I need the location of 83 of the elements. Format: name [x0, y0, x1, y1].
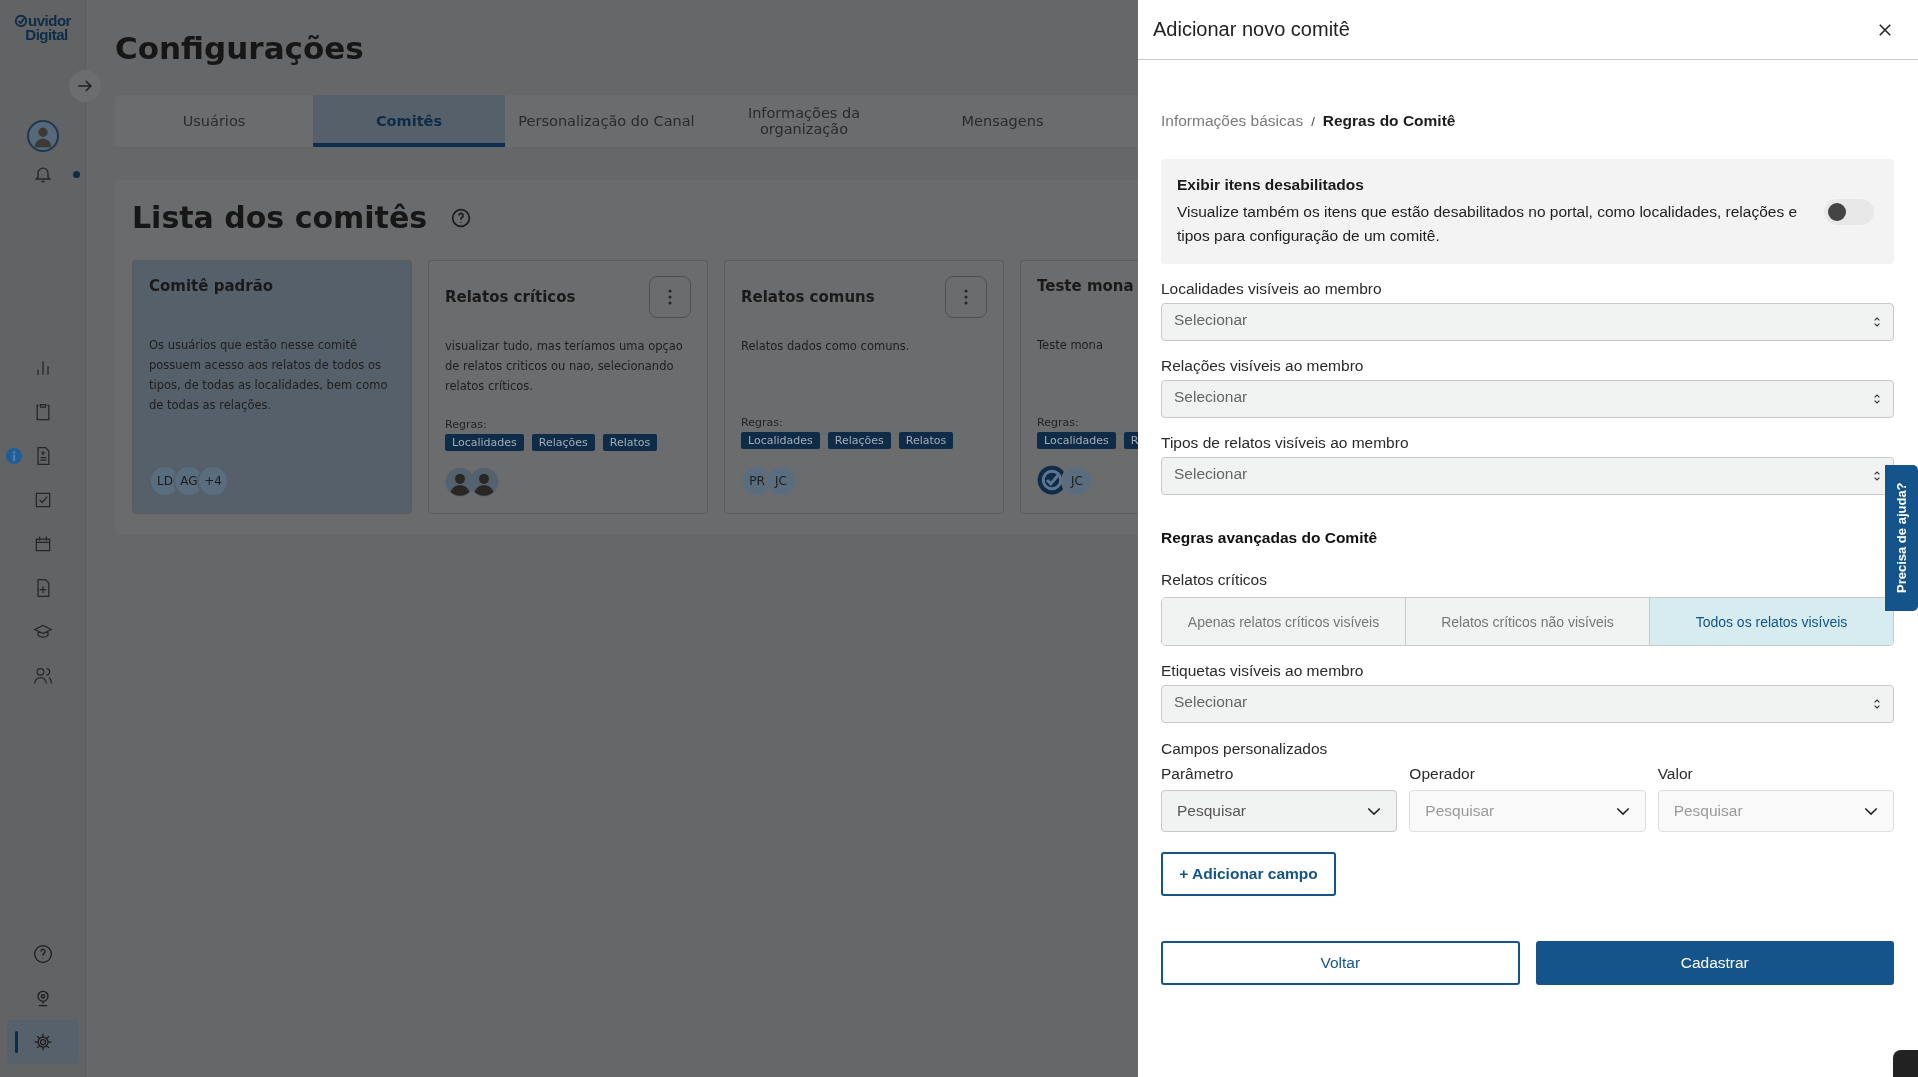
select-field[interactable]: Selecionar: [1161, 685, 1894, 723]
rule-tag: Localidades: [741, 432, 820, 449]
rules-label: Regras:: [445, 418, 488, 431]
kebab-icon: [668, 289, 672, 305]
card-description: Os usuários que estão nesse comitê possuem acesso aos relatos de todos os tipos, de todas as localidades, bem como de todas as relações.: [149, 337, 389, 414]
info-title: Exibir itens desabilitados: [1177, 175, 1365, 194]
card-title: Comitê padrão: [149, 277, 274, 295]
kebab-icon: [964, 289, 968, 305]
user-avatar[interactable]: [26, 120, 59, 152]
updown-chevron-icon: [1873, 698, 1881, 710]
select-field[interactable]: Selecionar: [1161, 303, 1894, 341]
updown-chevron-icon: [1873, 470, 1881, 482]
rule-tag: Relatos: [602, 434, 658, 451]
section-title: Lista dos comitês: [132, 200, 428, 235]
updown-chevron-icon: [1873, 393, 1881, 405]
rules-label: Regras:: [741, 416, 784, 429]
card-title: Relatos críticos: [445, 288, 576, 306]
committee-card[interactable]: Teste mona Teste mona Regras: Localidades R JC: [1020, 260, 1138, 514]
member-avatar: +4: [197, 465, 229, 497]
select-field[interactable]: Selecionar: [1161, 457, 1894, 495]
drawer-title: Adicionar novo comitê: [1153, 18, 1350, 41]
card-title: Relatos comuns: [741, 288, 875, 306]
chevron-down-icon: [1864, 806, 1878, 816]
card-title: Teste mona: [1037, 277, 1134, 295]
field-label: Operador: [1409, 765, 1476, 783]
chevron-down-icon: [1615, 806, 1630, 816]
add-field-button[interactable]: + Adicionar campo: [1161, 852, 1336, 896]
breadcrumb-separator: /: [1311, 114, 1315, 129]
field-label: Parâmetro: [1161, 765, 1235, 783]
submit-button[interactable]: Cadastrar: [1535, 941, 1894, 985]
card-description: Relatos dados como comuns.: [741, 338, 911, 355]
close-icon: [1878, 22, 1892, 37]
field-label: Relatos críticos: [1161, 571, 1268, 589]
rule-tag: Localidades: [445, 434, 524, 451]
page-title: Configurações: [115, 30, 365, 66]
rule-tag: R: [1123, 432, 1138, 449]
rules-label: Regras:: [1037, 416, 1080, 429]
committee-card[interactable]: Comitê padrão Os usuários que estão nesse comitê possuem acesso aos relatos de todos os tipos, de todas as localidades, bem como de todas as relações. LD AG +4: [132, 260, 412, 514]
search-dropdown[interactable]: Pesquisar: [1161, 790, 1398, 832]
rule-tag: Localidades: [1037, 432, 1116, 449]
committee-card[interactable]: Relatos comuns Relatos dados como comuns. Regras: Localidades Relações Relatos PR JC: [724, 260, 1004, 514]
field-label: Tipos de relatos visíveis ao membro: [1161, 434, 1410, 452]
field-label: Relações visíveis ao membro: [1161, 357, 1365, 375]
breadcrumb-item[interactable]: Regras do Comitê: [1322, 112, 1456, 130]
member-avatar: JC: [1061, 465, 1093, 497]
tab[interactable]: Mensagens: [900, 95, 1105, 147]
segment-option[interactable]: Todos os relatos visíveis: [1650, 598, 1893, 645]
field-label: Valor: [1657, 765, 1694, 783]
section-heading: Regras avançadas do Comitê: [1161, 529, 1379, 547]
rule-tag: Relatos: [898, 432, 954, 449]
field-label: Etiquetas visíveis ao membro: [1161, 662, 1365, 680]
committee-card[interactable]: Relatos críticos visualizar tudo, mas teríamos uma opçao de relatos criticos ou nao, selecionando relatos críticos. Regras: Localidades Relações Relatos: [428, 260, 708, 514]
rule-tag: Relações: [531, 434, 595, 451]
segment-option[interactable]: Relatos críticos não visíveis: [1406, 598, 1650, 645]
more-options-button[interactable]: [945, 276, 987, 318]
toggle-switch[interactable]: [1824, 198, 1874, 225]
tab[interactable]: Informações da organização: [708, 95, 900, 147]
logo: uvidor Digital: [14, 14, 71, 42]
field-label: Campos personalizados: [1161, 740, 1329, 758]
card-description: visualizar tudo, mas teríamos uma opçao de relatos criticos ou nao, selecionando relatos críticos.: [445, 338, 684, 395]
help-icon[interactable]: [451, 207, 472, 228]
member-avatar: JC: [765, 465, 797, 497]
expand-button[interactable]: [69, 70, 101, 102]
tab[interactable]: Usuários: [115, 95, 313, 147]
field-label: Localidades visíveis ao membro: [1161, 280, 1383, 298]
tab[interactable]: Personalização do Canal: [505, 95, 708, 147]
more-options-button[interactable]: [649, 276, 691, 318]
segment-option[interactable]: Apenas relatos críticos visíveis: [1162, 598, 1406, 645]
card-description: Teste mona: [1037, 337, 1104, 354]
updown-chevron-icon: [1873, 316, 1881, 328]
rule-tag: Relações: [827, 432, 891, 449]
avatar-icon: [445, 467, 475, 497]
settings-icon[interactable]: [32, 1032, 53, 1052]
avatar-icon: [469, 467, 499, 497]
back-button[interactable]: Voltar: [1161, 941, 1520, 985]
info-text: Visualize também os itens que estão desabilitados no portal, como localidades, relações e tipos para configuração de um comitê.: [1177, 201, 1799, 246]
chevron-down-icon: [1367, 806, 1382, 816]
breadcrumb-item[interactable]: Informações básicas: [1161, 112, 1304, 130]
help-tab[interactable]: Precisa de ajuda?: [1885, 465, 1918, 611]
people-icon[interactable]: [32, 666, 53, 686]
select-field[interactable]: Selecionar: [1161, 380, 1894, 418]
help-icon[interactable]: [32, 944, 53, 964]
chat-widget-button[interactable]: [1893, 1050, 1918, 1077]
